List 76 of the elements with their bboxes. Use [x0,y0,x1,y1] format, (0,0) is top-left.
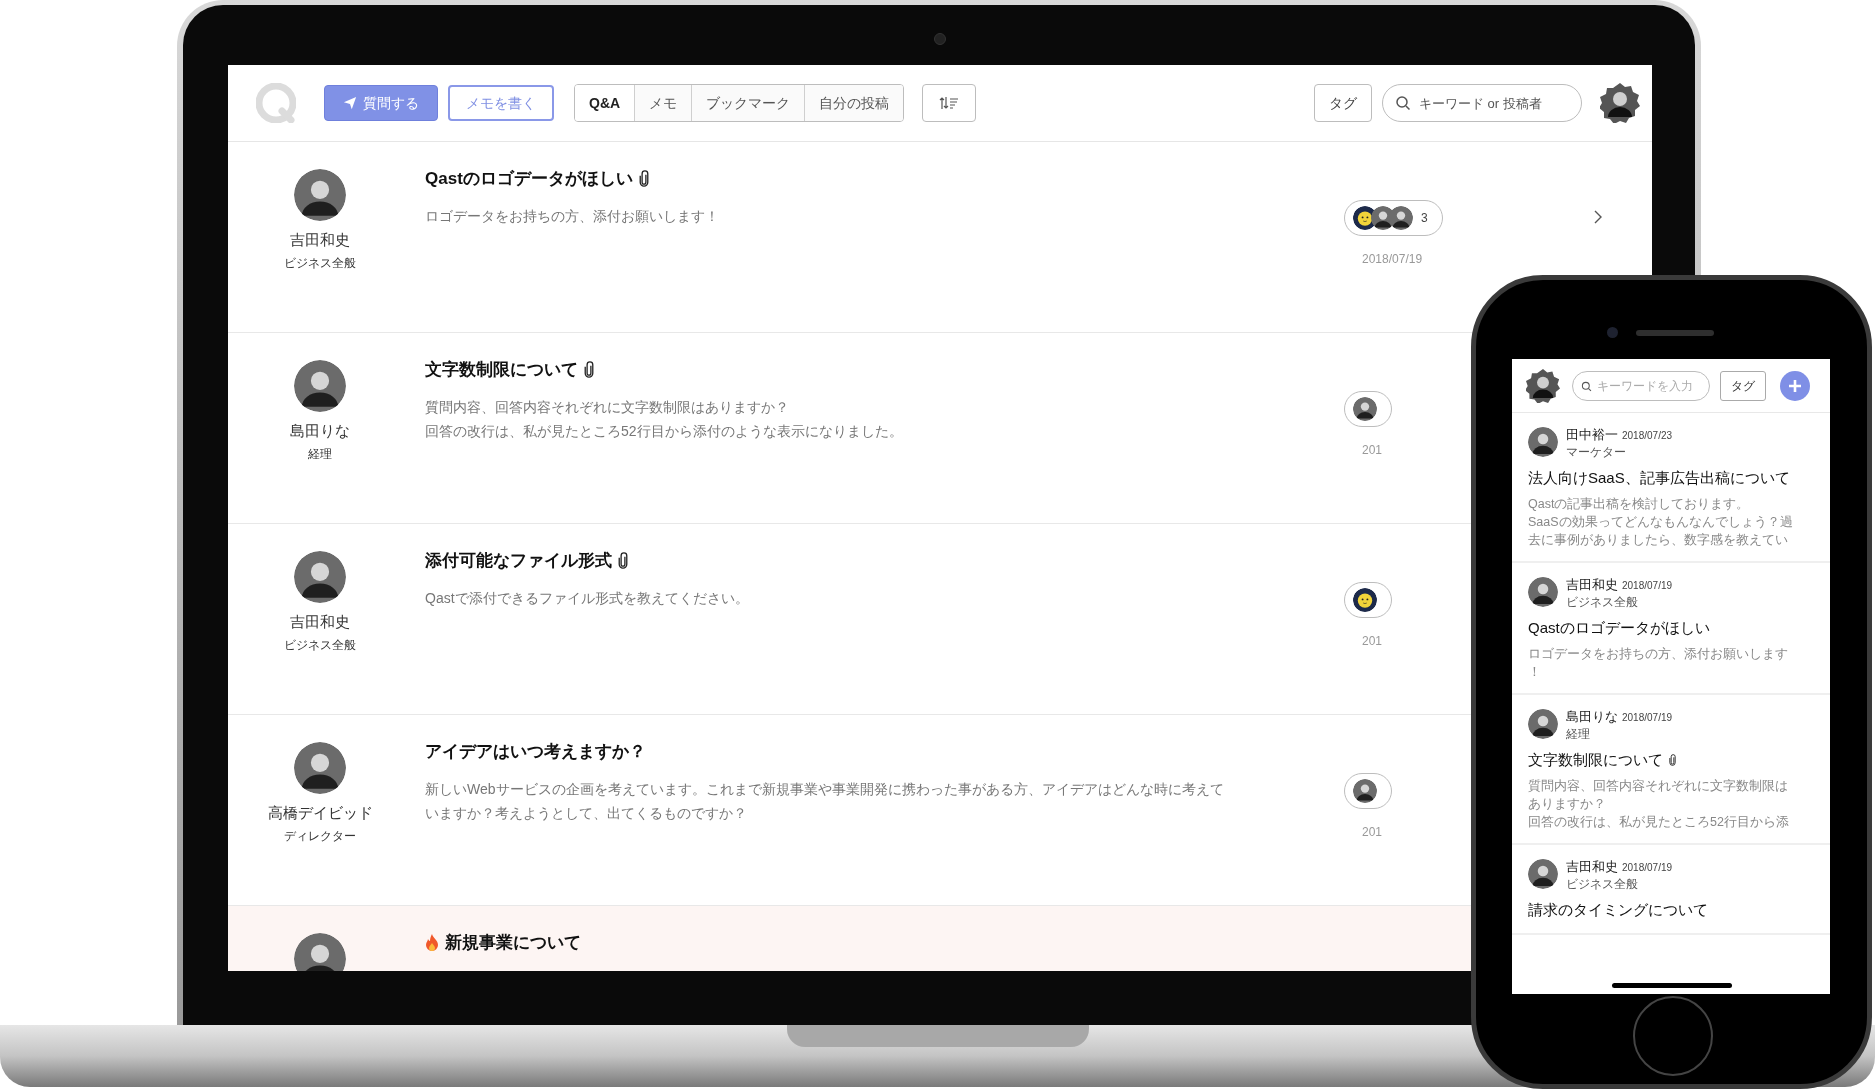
tag-button[interactable]: タグ [1720,370,1766,401]
avatar [1528,426,1558,457]
answer-count: 3 [1421,210,1428,227]
flame-icon [425,933,439,952]
post-body-line: 新しいWebサービスの企画を考えています。これまで新規事業や事業開発に携わった事がある方、アイデアはどんな時に考えて [425,779,1225,799]
post-title: Qastのロゴデータがほしい [1528,617,1710,638]
author-role: ビジネス全般 [284,636,356,654]
author-role: 経理 [1566,726,1591,741]
logo-icon [256,83,296,123]
post-date: 201 [1362,442,1383,459]
post-body-line: ！ [1528,664,1542,681]
avatar [294,742,346,794]
avatar [294,551,346,603]
post-body-line: Qastで添付できるファイル形式を教えてください。 [425,588,750,608]
author-role: ビジネス全般 [284,254,356,272]
add-button[interactable] [1780,370,1810,401]
post-date: 201 [1362,633,1383,650]
post-body-line: いますか？考えようとして、出てくるものですか？ [425,803,748,823]
author-role: ビジネス全般 [1566,594,1639,609]
paper-plane-icon [343,96,357,110]
author-role: マーケター [1566,444,1627,459]
post-date: 2018/07/19 [1622,579,1673,593]
post-date: 2018/07/19 [1622,861,1673,875]
post-body-line: ロゴデータをお持ちの方、添付お願いします [1528,646,1789,663]
filter-tab[interactable]: ブックマーク [691,85,805,121]
post-body-line: 去に事例がありましたら、数字感を教えてい [1528,532,1789,549]
sort-button[interactable] [922,84,977,122]
post-title: 添付可能なファイル形式 [425,550,612,572]
filter-tab[interactable]: メモ [634,85,692,121]
avatar [294,169,346,221]
post-title: 請求のタイミングについて [1528,899,1708,920]
avatar [1528,708,1558,739]
search-field[interactable]: キーワードを入力 [1572,370,1710,401]
author-name: 吉田和史 [290,612,350,632]
tag-button[interactable]: タグ [1314,84,1372,122]
post-date: 201 [1362,824,1383,841]
avatar [1528,576,1558,607]
post-title: アイデアはいつ考えますか？ [425,741,646,763]
plus-icon [1787,377,1803,394]
post-body-line: ありますか？ [1528,796,1607,813]
avatar [294,933,346,971]
avatar [294,360,346,412]
filter-tab[interactable]: 自分の投稿 [804,85,904,121]
post-title: 法人向けSaaS、記事広告出稿について [1528,467,1790,488]
post-title: 文字数制限について [1528,749,1663,770]
post-title: 新規事業について [445,932,581,954]
author-role: 経理 [308,445,332,463]
post-body-line: 回答の改行は、私が見たところ52行目から添 [1528,814,1790,831]
post-body-line: SaaSの効果ってどんなもんなんでしょう？過 [1528,514,1794,531]
post-date: 2018/07/23 [1622,429,1673,443]
post-date: 2018/07/19 [1622,711,1673,725]
author-name: 吉田和史 [290,230,350,250]
author-name: 田中裕一 [1566,426,1618,444]
search-icon [1395,95,1411,111]
post-body-line: Qastの記事出稿を検討しております。 [1528,496,1751,513]
sort-icon [939,96,960,110]
post-body-line: 回答の改行は、私が見たところ52行目から添付のような表示になりました。 [425,421,904,441]
user-avatar [1526,368,1560,403]
post-body-line: 質問内容、回答内容それぞれに文字数制限はありますか？ [425,397,790,417]
author-name: 島田りな [1566,708,1618,726]
post-title: 文字数制限について [425,359,578,381]
author-name: 島田りな [290,421,350,441]
author-role: ディレクター [284,827,356,845]
author-name: 吉田和史 [1566,858,1618,876]
avatar [1528,858,1558,889]
author-name: 高橋デイビッド [267,803,373,823]
search-field[interactable]: キーワード or 投稿者 [1382,84,1582,122]
post-body-line: ロゴデータをお持ちの方、添付お願いします！ [425,206,720,226]
post-title: Qastのロゴデータがほしい [425,168,633,190]
author-name: 吉田和史 [1566,576,1618,594]
user-avatar [1600,83,1640,123]
author-role: ビジネス全般 [1566,876,1639,891]
post-date: 2018/07/19 [1362,251,1423,268]
chevron-right-icon [1594,210,1602,224]
post-body-line: 質問内容、回答内容それぞれに文字数制限は [1528,778,1789,795]
search-icon [1581,380,1592,392]
